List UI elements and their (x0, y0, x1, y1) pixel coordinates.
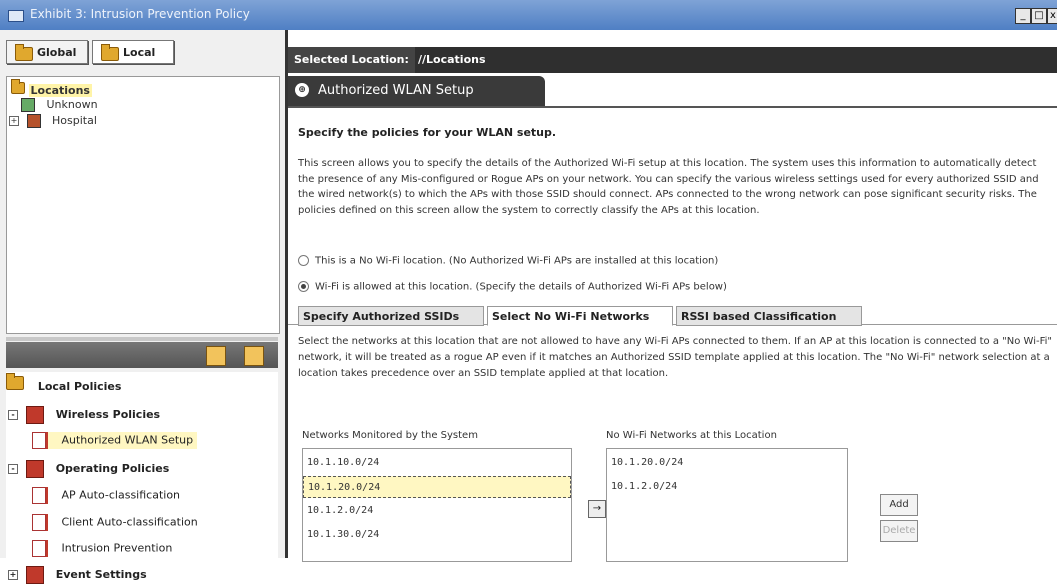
tree-item-client-auto-classification[interactable]: Client Auto-classification (32, 514, 198, 531)
policy-document-icon (32, 432, 46, 449)
selected-location-value: //Locations (418, 53, 486, 66)
left-pane: Global Local Locations Unknown + Hospita… (0, 30, 288, 584)
building-icon (26, 114, 41, 128)
tree-item-event-settings[interactable]: + Event Settings (8, 566, 147, 584)
section-title: Authorized WLAN Setup (318, 83, 474, 98)
policy-toolbar (6, 342, 278, 368)
policy-document-icon (32, 514, 46, 531)
event-settings-label: Event Settings (55, 568, 147, 581)
tree-item-intrusion-prevention[interactable]: Intrusion Prevention (32, 540, 172, 557)
subtab-description: Select the networks at this location tha… (298, 336, 1052, 379)
close-button[interactable]: x (1047, 8, 1057, 24)
minimize-button[interactable]: _ (1015, 8, 1031, 24)
policy-document-icon (32, 540, 46, 557)
monitored-networks-label: Networks Monitored by the System (302, 430, 478, 441)
radio-wifi-allowed[interactable]: Wi-Fi is allowed at this location. (Spec… (298, 281, 727, 293)
section-tab: ⊕ Authorized WLAN Setup (288, 76, 545, 106)
policy-folder-icon (25, 406, 44, 424)
collapse-icon[interactable]: - (8, 410, 18, 420)
tree-item-operating-policies[interactable]: - Operating Policies (8, 460, 169, 478)
pane-splitter[interactable] (6, 337, 278, 341)
tree-item-authorized-wlan-setup[interactable]: Authorized WLAN Setup (32, 432, 198, 449)
intrusion-prevention-label: Intrusion Prevention (61, 541, 173, 555)
tree-item-wireless-policies[interactable]: - Wireless Policies (8, 406, 160, 424)
tree-item-ap-auto-classification[interactable]: AP Auto-classification (32, 487, 180, 504)
operating-policies-label: Operating Policies (55, 462, 170, 475)
window-icon (8, 10, 24, 22)
maximize-button[interactable]: □ (1031, 8, 1047, 24)
move-right-button[interactable]: → (588, 500, 606, 518)
add-button[interactable]: Add (880, 494, 918, 516)
radio-no-wifi-location[interactable]: This is a No Wi-Fi location. (No Authori… (298, 255, 718, 267)
selected-location-label: Selected Location: (288, 47, 415, 73)
tab-select-no-wifi-networks[interactable]: Select No Wi-Fi Networks (487, 306, 673, 326)
policy-panel: Specify the policies for your WLAN setup… (288, 106, 1057, 562)
list-item[interactable]: 10.1.20.0/24 (607, 452, 847, 474)
tab-global[interactable]: Global (6, 40, 88, 64)
no-wifi-networks-list[interactable]: 10.1.20.0/24 10.1.2.0/24 (606, 448, 848, 562)
window-title: Exhibit 3: Intrusion Prevention Policy (30, 7, 250, 21)
wireless-policies-label: Wireless Policies (55, 408, 161, 421)
tree-label-hospital: Hospital (52, 114, 97, 127)
policy-folder-icon (25, 566, 44, 584)
ap-auto-classification-label: AP Auto-classification (61, 488, 181, 502)
policy-tree: Local Policies - Wireless Policies Autho… (6, 372, 278, 584)
authorized-wlan-setup-label: Authorized WLAN Setup (61, 433, 194, 447)
tree-label-locations: Locations (28, 84, 92, 97)
policy-folder-icon (25, 460, 44, 478)
panel-description: This screen allows you to specify the de… (298, 158, 1039, 216)
tree-item-unknown[interactable]: Unknown (21, 98, 98, 112)
client-auto-classification-label: Client Auto-classification (61, 515, 198, 529)
radio-button-selected[interactable] (298, 281, 309, 292)
no-wifi-networks-label: No Wi-Fi Networks at this Location (606, 430, 777, 441)
monitored-networks-list[interactable]: 10.1.10.0/24 10.1.20.0/24 10.1.2.0/24 10… (302, 448, 572, 562)
tab-local-label: Local (123, 46, 156, 59)
right-pane: Selected Location: //Locations ⊕ Authori… (288, 30, 1057, 562)
radio-button[interactable] (298, 255, 309, 266)
local-policies-label: Local Policies (37, 380, 122, 393)
list-item[interactable]: 10.1.30.0/24 (303, 524, 571, 546)
folder-icon (6, 373, 24, 390)
tab-specify-authorized-ssids[interactable]: Specify Authorized SSIDs (298, 306, 484, 326)
location-icon (21, 98, 35, 112)
expand-icon[interactable]: + (8, 570, 18, 580)
panel-heading: Specify the policies for your WLAN setup… (298, 126, 557, 139)
radio-no-wifi-label: This is a No Wi-Fi location. (No Authori… (315, 255, 719, 267)
copy-policy-icon[interactable] (244, 346, 264, 366)
list-item-selected[interactable]: 10.1.20.0/24 (303, 476, 571, 498)
expand-icon[interactable]: + (9, 116, 19, 126)
radio-wifi-label: Wi-Fi is allowed at this location. (Spec… (315, 281, 727, 293)
list-item[interactable]: 10.1.2.0/24 (607, 476, 847, 498)
collapse-icon[interactable]: - (8, 464, 18, 474)
policy-document-icon (32, 487, 46, 504)
window-title-bar: Exhibit 3: Intrusion Prevention Policy _… (0, 0, 1057, 30)
tab-local[interactable]: Local (92, 40, 174, 64)
list-item[interactable]: 10.1.2.0/24 (303, 500, 571, 522)
tab-global-label: Global (37, 46, 77, 59)
selected-location-bar: Selected Location: //Locations (288, 47, 1057, 73)
delete-button[interactable]: Delete (880, 520, 918, 542)
tree-label-unknown: Unknown (46, 98, 98, 111)
tab-rssi-based-classification[interactable]: RSSI based Classification (676, 306, 862, 326)
location-tree: Locations Unknown + Hospital (6, 76, 280, 334)
lock-icon: ⊕ (295, 83, 309, 97)
tree-item-locations[interactable]: Locations (11, 79, 92, 97)
folder-icon (101, 44, 119, 61)
tree-item-hospital[interactable]: + Hospital (9, 114, 97, 128)
tree-item-local-policies[interactable]: Local Policies (6, 373, 122, 393)
add-policy-icon[interactable] (206, 346, 226, 366)
list-item[interactable]: 10.1.10.0/24 (303, 452, 571, 474)
folder-icon (11, 79, 25, 94)
folder-icon (15, 44, 33, 61)
